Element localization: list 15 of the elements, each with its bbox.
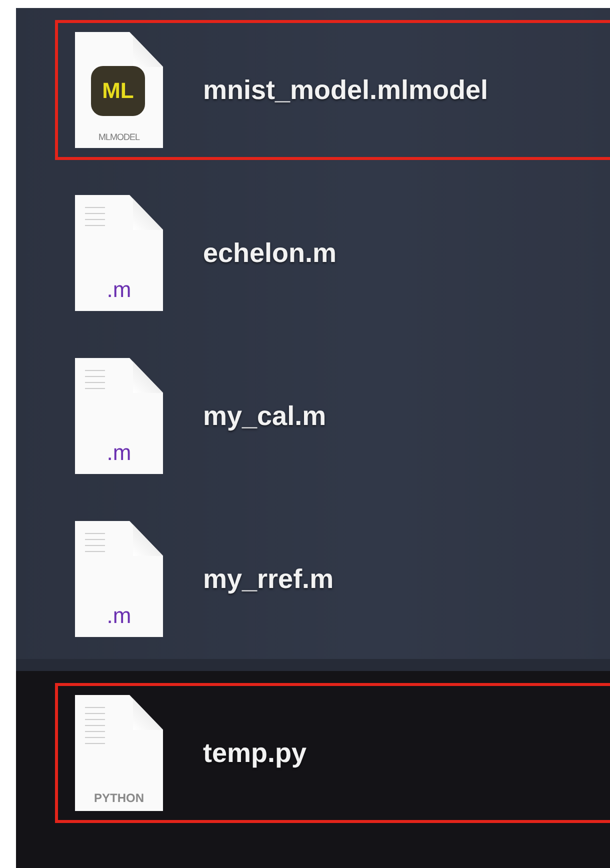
file-name: temp.py <box>203 738 307 768</box>
source-file-icon: .m <box>75 521 163 637</box>
file-item[interactable]: .m my_cal.m <box>55 346 610 486</box>
file-name: my_cal.m <box>203 400 326 432</box>
source-file-icon: .m <box>75 358 163 474</box>
model-file-icon: ML MLMODEL <box>75 32 163 148</box>
file-item[interactable]: PYTHON temp.py <box>55 683 610 823</box>
file-item[interactable]: .m my_rref.m <box>55 509 610 649</box>
file-name: echelon.m <box>203 238 337 268</box>
file-name: mnist_model.mlmodel <box>203 74 488 106</box>
file-item[interactable]: .m echelon.m <box>55 183 610 323</box>
file-item[interactable]: ML MLMODEL mnist_model.mlmodel <box>55 20 610 160</box>
source-file-icon: .m <box>75 195 163 311</box>
file-name: my_rref.m <box>203 564 334 594</box>
python-file-icon: PYTHON <box>75 695 163 811</box>
